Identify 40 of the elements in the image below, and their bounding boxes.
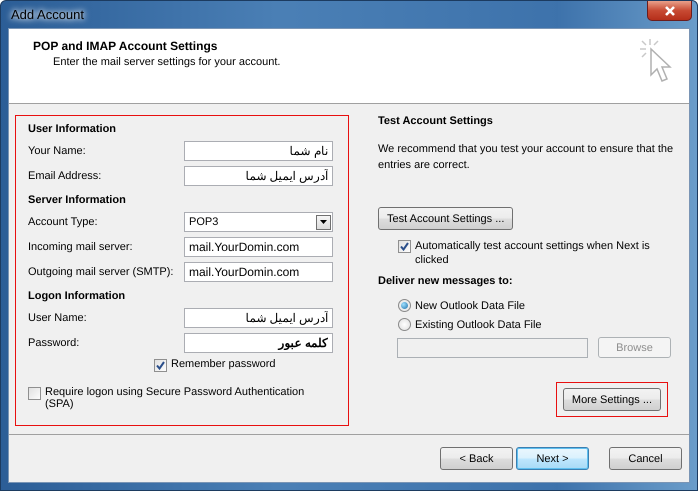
input-field[interactable]: نام شما bbox=[184, 141, 333, 161]
section-heading: User Information bbox=[28, 123, 118, 135]
footer-button[interactable]: Cancel bbox=[609, 447, 682, 470]
radio-label: Existing Outlook Data File bbox=[415, 318, 542, 330]
radio-button[interactable] bbox=[398, 318, 411, 331]
checkbox-label: Require logon using Secure Password Authentication (SPA) bbox=[45, 386, 306, 410]
field-label: Your Name: bbox=[28, 145, 87, 157]
checkbox-label: Automatically test account settings when Next is clicked bbox=[415, 239, 651, 267]
footer-button[interactable]: Next > bbox=[516, 447, 589, 470]
more-settings-button[interactable]: More Settings ... bbox=[562, 388, 661, 411]
checkbox[interactable] bbox=[398, 240, 411, 253]
account-type-dropdown[interactable]: POP3 bbox=[184, 212, 333, 232]
section-heading: Server Information bbox=[28, 194, 127, 206]
field-label: Email Address: bbox=[28, 170, 102, 182]
section-heading: Logon Information bbox=[28, 290, 126, 302]
field-label: Outgoing mail server (SMTP): bbox=[28, 266, 174, 278]
section-heading: Deliver new messages to: bbox=[378, 275, 514, 287]
description-text: We recommend that you test your account to ensure that the entries are correct. bbox=[378, 142, 674, 173]
field-label: Account Type: bbox=[28, 216, 99, 228]
section-heading: Test Account Settings bbox=[378, 115, 494, 127]
field-label: Incoming mail server: bbox=[28, 241, 134, 253]
page-subtitle: Enter the mail server settings for your account. bbox=[52, 56, 280, 68]
checkbox[interactable] bbox=[28, 387, 41, 400]
field-label: Password: bbox=[28, 337, 80, 349]
footer-button[interactable]: < Back bbox=[440, 447, 513, 470]
close-button[interactable] bbox=[647, 1, 692, 21]
checkbox[interactable] bbox=[154, 359, 167, 372]
close-icon bbox=[664, 6, 676, 16]
field-label: User Name: bbox=[28, 312, 88, 324]
test-settings-button[interactable]: Test Account Settings ... bbox=[378, 207, 514, 230]
page-title: POP and IMAP Account Settings bbox=[33, 39, 218, 53]
input-field[interactable]: mail.YourDomin.com bbox=[184, 237, 333, 257]
password-field[interactable]: کلمه عبور bbox=[184, 333, 333, 353]
checkbox-label: Remember password bbox=[171, 358, 276, 370]
caret-icon bbox=[320, 220, 327, 224]
data-file-field[interactable] bbox=[397, 338, 588, 358]
radio-button[interactable] bbox=[398, 299, 411, 312]
input-field[interactable]: mail.YourDomin.com bbox=[184, 262, 333, 282]
window-title: Add Account bbox=[10, 7, 84, 22]
radio-label: New Outlook Data File bbox=[415, 300, 526, 312]
